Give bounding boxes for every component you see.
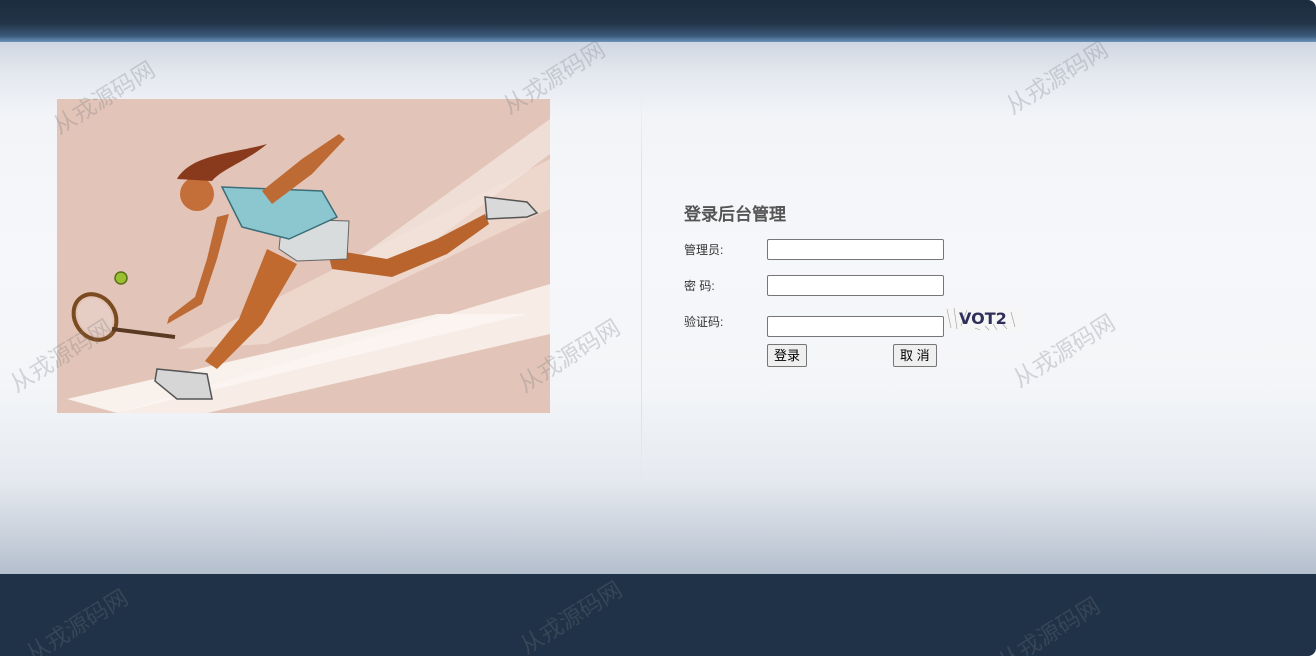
footer-bar [0, 574, 1316, 656]
hero-image [57, 99, 550, 413]
captcha-noise: VOT2 [945, 306, 1024, 331]
captcha-text: VOT2 [959, 309, 1007, 328]
login-button[interactable]: 登录 [767, 344, 808, 367]
captcha-input[interactable] [767, 316, 944, 337]
cancel-button[interactable]: 取 消 [893, 344, 937, 367]
tennis-player-illustration [57, 99, 550, 413]
panel-divider [641, 88, 642, 500]
captcha-label: 验证码: [684, 315, 724, 329]
password-label: 密 码: [684, 279, 715, 293]
captcha-image[interactable]: VOT2 [945, 306, 1024, 331]
login-title: 登录后台管理 [684, 205, 786, 224]
header-bar [0, 0, 1316, 42]
username-label: 管理员: [684, 243, 724, 257]
login-panel: 登录后台管理 管理员: 密 码: 验证码: VOT2 登录 取 消 [684, 200, 1104, 380]
username-input[interactable] [767, 239, 944, 260]
password-input[interactable] [767, 275, 944, 296]
